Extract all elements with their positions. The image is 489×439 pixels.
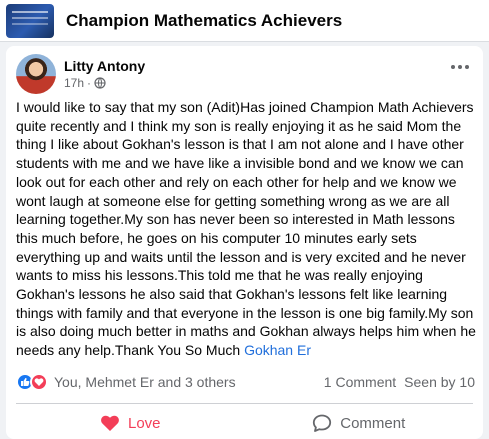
author-meta: Litty Antony 17h · — [64, 57, 145, 91]
heart-icon — [101, 415, 119, 431]
divider — [16, 403, 473, 404]
comment-count[interactable]: 1 Comment — [324, 374, 396, 390]
seen-count[interactable]: Seen by 10 — [404, 374, 475, 390]
post-actions: Love Comment — [16, 408, 473, 438]
post-body: I would like to say that my son (Adit)Ha… — [16, 98, 476, 360]
post-timestamp: 17h · — [64, 75, 145, 91]
post-author-row: Litty Antony 17h · — [16, 54, 145, 94]
globe-icon — [94, 77, 106, 89]
avatar[interactable] — [16, 54, 56, 94]
group-header: Champion Mathematics Achievers — [0, 0, 489, 42]
comment-icon — [313, 414, 332, 432]
author-name[interactable]: Litty Antony — [64, 57, 145, 75]
group-title[interactable]: Champion Mathematics Achievers — [66, 11, 342, 31]
more-options-icon[interactable] — [449, 62, 471, 72]
comment-button-label: Comment — [340, 414, 406, 432]
post-time-text[interactable]: 17h — [64, 75, 84, 91]
group-cover-thumbnail[interactable] — [6, 3, 54, 38]
reaction-names[interactable]: You, Mehmet Er and 3 others — [54, 374, 236, 390]
post-body-text: I would like to say that my son (Adit)Ha… — [16, 99, 476, 359]
love-button-label: Love — [127, 414, 161, 432]
separator-dot: · — [87, 76, 92, 90]
love-button[interactable]: Love — [16, 408, 245, 438]
mention-link[interactable]: Gokhan Er — [244, 342, 311, 358]
love-reaction-icon — [30, 373, 48, 391]
engagement-counts: 1 Comment Seen by 10 — [324, 374, 475, 390]
reactions-summary: You, Mehmet Er and 3 others 1 Comment Se… — [16, 372, 475, 392]
comment-button[interactable]: Comment — [245, 408, 474, 438]
post-card: Litty Antony 17h · I would like to say t… — [6, 46, 483, 439]
reaction-icons[interactable] — [16, 373, 48, 391]
